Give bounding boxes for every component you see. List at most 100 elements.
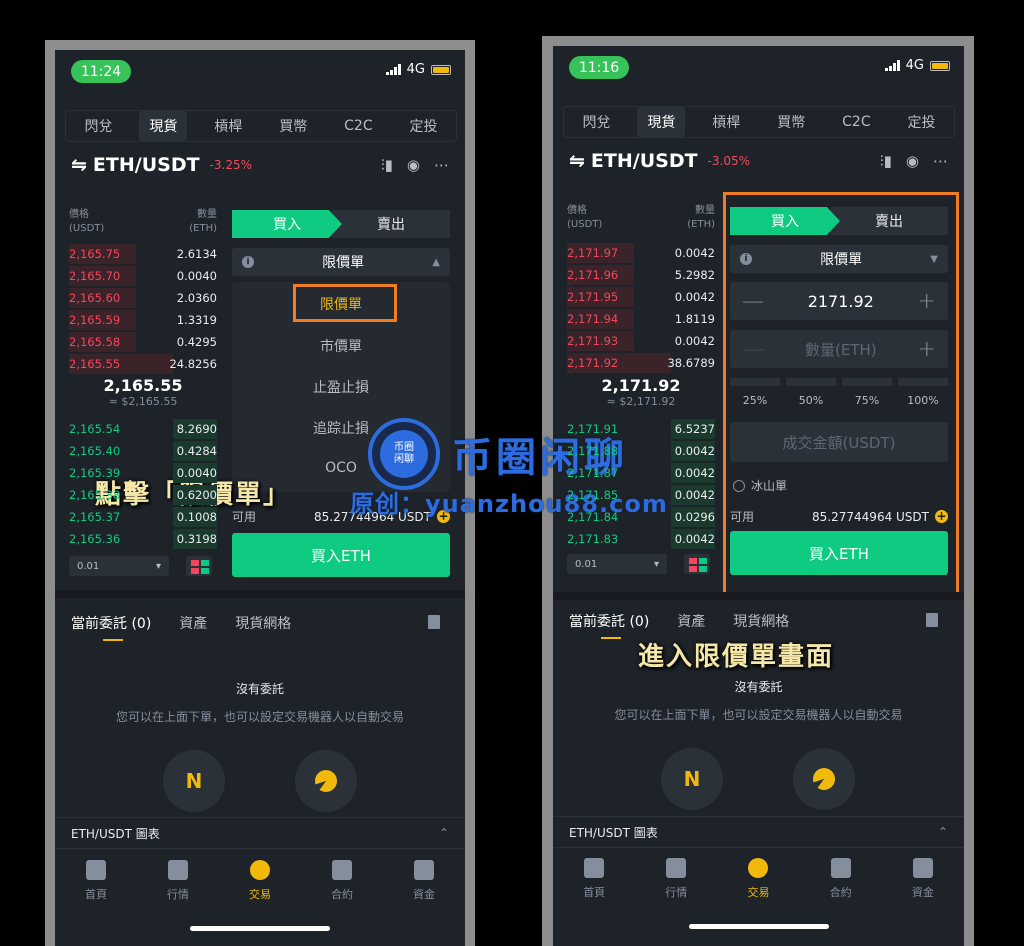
pair-selector[interactable]: ⇋ ETH/USDT -3.25% bbox=[71, 154, 252, 176]
orderbook-ask-row[interactable]: 2,171.93 0.0042 bbox=[567, 330, 715, 352]
grid-bot-icon[interactable] bbox=[793, 748, 855, 810]
orderbook-ask-row[interactable]: 2,165.70 0.0040 bbox=[69, 265, 217, 287]
orderbook-ask-row[interactable]: 2,171.94 1.8119 bbox=[567, 308, 715, 330]
more-icon[interactable]: ⋯ bbox=[434, 156, 449, 174]
orderbook-layout-icon[interactable] bbox=[684, 554, 710, 574]
chevron-up-icon: ⌃ bbox=[438, 826, 449, 840]
grid-bot-icon[interactable] bbox=[295, 750, 357, 812]
tab-spot[interactable]: 現貨 bbox=[637, 107, 686, 137]
orders-tabs: 當前委託 (0) 資產 現貨網格 bbox=[71, 613, 291, 641]
orderbook-ask-row[interactable]: 2,165.58 0.4295 bbox=[69, 331, 217, 353]
ask-price: 2,165.75 bbox=[69, 247, 121, 261]
tab-assets[interactable]: 資產 bbox=[179, 613, 207, 633]
tab-spot-grid[interactable]: 現貨網格 bbox=[733, 611, 789, 631]
trading-bot-icon[interactable]: N bbox=[163, 750, 225, 812]
tab-margin[interactable]: 槓桿 bbox=[204, 111, 252, 141]
order-type-select[interactable]: i 限價單 ▲ bbox=[232, 248, 450, 276]
ask-qty: 0.0040 bbox=[176, 269, 217, 283]
chart-toggle-bar[interactable]: ETH/USDT 圖表 ⌃ bbox=[553, 816, 964, 848]
battery-icon bbox=[431, 64, 451, 75]
tab-assets[interactable]: 資產 bbox=[677, 611, 705, 631]
tab-spot-grid[interactable]: 現貨網格 bbox=[235, 613, 291, 633]
nav-futures[interactable]: 合約 bbox=[811, 858, 871, 900]
chevron-up-icon: ▲ bbox=[432, 256, 440, 268]
orderbook-ask-row[interactable]: 2,171.97 0.0042 bbox=[567, 242, 715, 264]
orderbook-bid-row[interactable]: 2,165.36 0.3198 bbox=[69, 528, 217, 550]
bid-qty: 0.3198 bbox=[176, 532, 217, 546]
orderbook-layout-icon[interactable] bbox=[186, 556, 212, 576]
nav-wallets[interactable]: 資金 bbox=[893, 858, 953, 900]
buy-tab[interactable]: 買入 bbox=[232, 210, 342, 238]
ask-price: 2,165.58 bbox=[69, 335, 121, 349]
orderbook-ask-row[interactable]: 2,165.75 2.6134 bbox=[69, 243, 217, 265]
dropdown-stop-limit[interactable]: 止盈止損 bbox=[232, 377, 450, 397]
tab-recurring[interactable]: 定投 bbox=[898, 107, 946, 137]
network-label: 4G bbox=[406, 62, 425, 77]
chart-toggle-bar[interactable]: ETH/USDT 圖表 ⌃ bbox=[55, 817, 465, 849]
tab-convert[interactable]: 閃兌 bbox=[572, 107, 620, 137]
orderbook-bid-row[interactable]: 2,165.54 8.2690 bbox=[69, 418, 217, 440]
pair-actions: ⫶▮ ◉ ⋯ bbox=[880, 152, 948, 170]
nav-markets[interactable]: 行情 bbox=[148, 860, 208, 902]
bid-price: 2,171.83 bbox=[567, 532, 619, 546]
depth-select[interactable]: 0.01 ▾ bbox=[69, 556, 169, 576]
home-icon bbox=[584, 858, 605, 878]
bid-price: 2,165.40 bbox=[69, 444, 121, 458]
nav-wallets[interactable]: 資金 bbox=[394, 860, 454, 902]
nav-futures[interactable]: 合約 bbox=[312, 860, 372, 902]
nav-home[interactable]: 首頁 bbox=[564, 858, 624, 900]
orderbook-ask-row[interactable]: 2,165.55 24.8256 bbox=[69, 353, 217, 375]
orderbook-ask-row[interactable]: 2,171.92 38.6789 bbox=[567, 352, 715, 374]
status-bar: 4G bbox=[385, 62, 451, 77]
tab-spot[interactable]: 現貨 bbox=[139, 111, 188, 141]
nav-trade[interactable]: 交易 bbox=[230, 860, 290, 902]
trading-bot-icon[interactable]: N bbox=[661, 748, 723, 810]
document-icon[interactable] bbox=[926, 613, 938, 627]
tab-margin[interactable]: 槓桿 bbox=[702, 107, 750, 137]
tab-recurring[interactable]: 定投 bbox=[400, 111, 448, 141]
ask-price: 2,171.97 bbox=[567, 246, 619, 260]
bid-qty: 0.4284 bbox=[176, 444, 217, 458]
tab-c2c[interactable]: C2C bbox=[832, 109, 880, 135]
orderbook-bid-row[interactable]: 2,171.83 0.0042 bbox=[567, 528, 715, 550]
more-icon[interactable]: ⋯ bbox=[933, 152, 948, 170]
bid-price: 2,171.91 bbox=[567, 422, 619, 436]
orderbook-ask-row[interactable]: 2,165.59 1.3319 bbox=[69, 309, 217, 331]
bot-icon[interactable]: ◉ bbox=[407, 156, 420, 174]
ask-qty: 0.0042 bbox=[674, 334, 715, 348]
orderbook-ask-row[interactable]: 2,171.95 0.0042 bbox=[567, 286, 715, 308]
candlestick-icon[interactable]: ⫶▮ bbox=[880, 152, 892, 170]
home-icon bbox=[86, 860, 106, 880]
ask-qty: 2.0360 bbox=[176, 291, 217, 305]
nav-markets[interactable]: 行情 bbox=[646, 858, 706, 900]
orderbook-bid-row[interactable]: 2,165.40 0.4284 bbox=[69, 440, 217, 462]
tab-c2c[interactable]: C2C bbox=[334, 113, 382, 139]
pair-change: -3.25% bbox=[209, 158, 252, 172]
pair-selector[interactable]: ⇋ ETH/USDT -3.05% bbox=[569, 150, 750, 172]
depth-select[interactable]: 0.01 ▾ bbox=[567, 554, 667, 574]
candlestick-icon[interactable]: ⫶▮ bbox=[381, 156, 393, 174]
orderbook-ask-row[interactable]: 2,171.96 5.2982 bbox=[567, 264, 715, 286]
buy-eth-button[interactable]: 買入ETH bbox=[232, 533, 450, 577]
sell-tab[interactable]: 賣出 bbox=[332, 210, 450, 238]
bid-qty: 0.0296 bbox=[674, 510, 715, 524]
bid-price: 2,171.85 bbox=[567, 488, 619, 502]
nav-trade[interactable]: 交易 bbox=[728, 858, 788, 900]
bottom-nav: 首頁 行情 交易 合約 資金 bbox=[553, 858, 964, 900]
dropdown-market[interactable]: 市價單 bbox=[232, 336, 450, 356]
ask-price: 2,171.95 bbox=[567, 290, 619, 304]
orderbook-ask-row[interactable]: 2,165.60 2.0360 bbox=[69, 287, 217, 309]
tab-open-orders[interactable]: 當前委託 (0) bbox=[71, 613, 151, 641]
tab-convert[interactable]: 閃兌 bbox=[74, 111, 122, 141]
document-icon[interactable] bbox=[428, 615, 440, 629]
info-icon[interactable]: i bbox=[242, 256, 254, 268]
ask-price: 2,165.55 bbox=[69, 357, 121, 371]
tab-open-orders[interactable]: 當前委託 (0) bbox=[569, 611, 649, 639]
ask-price: 2,171.96 bbox=[567, 268, 619, 282]
tab-buy-crypto[interactable]: 買幣 bbox=[269, 111, 317, 141]
trade-icon bbox=[250, 860, 270, 880]
status-time: 11:24 bbox=[71, 60, 131, 83]
nav-home[interactable]: 首頁 bbox=[66, 860, 126, 902]
bot-icon[interactable]: ◉ bbox=[906, 152, 919, 170]
tab-buy-crypto[interactable]: 買幣 bbox=[767, 107, 815, 137]
